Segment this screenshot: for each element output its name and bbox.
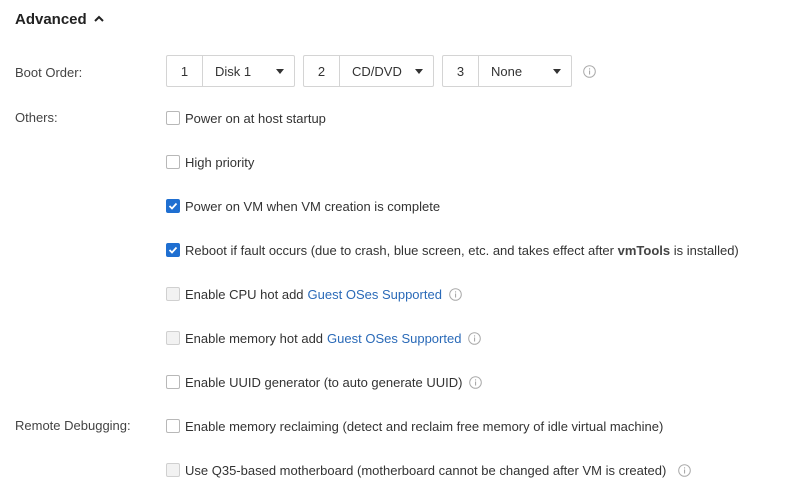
boot-order-select-3[interactable]: None (479, 56, 571, 86)
option-cpu-hot-add: Enable CPU hot add Guest OSes Supported (166, 286, 462, 302)
info-icon[interactable] (583, 64, 596, 78)
boot-order-select-2[interactable]: CD/DVD (340, 56, 433, 86)
boot-order-index: 2 (304, 56, 340, 86)
section-title: Advanced (15, 10, 87, 28)
option-memory-hot-add: Enable memory hot add Guest OSes Support… (166, 330, 482, 346)
reboot-label-post: is installed) (670, 242, 739, 258)
option-label: Power on at host startup (185, 110, 326, 126)
boot-order-3: 3 None (442, 55, 572, 87)
check-icon (168, 246, 178, 254)
boot-order-index: 3 (443, 56, 479, 86)
caret-down-icon (415, 68, 423, 74)
power-on-startup-checkbox[interactable] (166, 111, 180, 125)
option-memory-reclaiming: Enable memory reclaiming (detect and rec… (166, 418, 663, 434)
caret-down-icon (276, 68, 284, 74)
reboot-fault-checkbox[interactable] (166, 243, 180, 257)
boot-order-select-1[interactable]: Disk 1 (203, 56, 294, 86)
memory-hot-add-checkbox[interactable] (166, 331, 180, 345)
boot-order-2: 2 CD/DVD (303, 55, 434, 87)
caret-down-icon (553, 68, 561, 74)
option-label: Enable memory hot add (185, 330, 324, 346)
guest-oses-supported-link[interactable]: Guest OSes Supported (327, 331, 461, 346)
option-power-on-startup: Power on at host startup (166, 110, 326, 126)
reboot-label-pre: Reboot if fault occurs (due to crash, bl… (185, 242, 618, 258)
boot-order-row: 1 Disk 1 2 CD/DVD 3 None (166, 55, 596, 87)
advanced-section-toggle[interactable]: Advanced (15, 10, 104, 28)
info-icon[interactable] (449, 287, 462, 301)
power-on-vm-checkbox[interactable] (166, 199, 180, 213)
boot-order-1: 1 Disk 1 (166, 55, 295, 87)
info-icon[interactable] (468, 331, 482, 345)
chevron-up-icon (93, 15, 104, 22)
guest-oses-supported-link[interactable]: Guest OSes Supported (308, 287, 442, 302)
option-label: Reboot if fault occurs (due to crash, bl… (185, 243, 739, 258)
boot-order-index: 1 (167, 56, 203, 86)
check-icon (168, 202, 178, 210)
boot-order-value: None (491, 63, 523, 79)
boot-order-value: Disk 1 (215, 63, 252, 79)
memory-reclaiming-checkbox[interactable] (166, 419, 180, 433)
info-icon[interactable] (469, 375, 483, 389)
option-label: Enable UUID generator (to auto generate … (185, 374, 463, 390)
option-label: Use Q35-based motherboard (motherboard c… (185, 462, 667, 478)
q35-motherboard-checkbox[interactable] (166, 463, 180, 477)
option-q35-motherboard: Use Q35-based motherboard (motherboard c… (166, 462, 692, 478)
option-uuid-generator: Enable UUID generator (to auto generate … (166, 374, 483, 390)
option-power-on-vm: Power on VM when VM creation is complete (166, 198, 440, 214)
option-high-priority: High priority (166, 154, 254, 170)
option-label: High priority (185, 154, 255, 170)
vmtools-text: vmTools (617, 242, 671, 258)
option-label: Enable CPU hot add (185, 286, 304, 302)
cpu-hot-add-checkbox[interactable] (166, 287, 180, 301)
info-icon[interactable] (678, 463, 692, 477)
remote-debugging-label: Remote Debugging: (15, 418, 131, 433)
boot-order-value: CD/DVD (352, 63, 402, 79)
uuid-generator-checkbox[interactable] (166, 375, 180, 389)
option-label: Enable memory reclaiming (detect and rec… (185, 418, 664, 434)
option-label: Power on VM when VM creation is complete (185, 198, 441, 214)
boot-order-label: Boot Order: (15, 65, 83, 80)
option-reboot-fault: Reboot if fault occurs (due to crash, bl… (166, 242, 739, 258)
high-priority-checkbox[interactable] (166, 155, 180, 169)
others-label: Others: (15, 110, 58, 125)
